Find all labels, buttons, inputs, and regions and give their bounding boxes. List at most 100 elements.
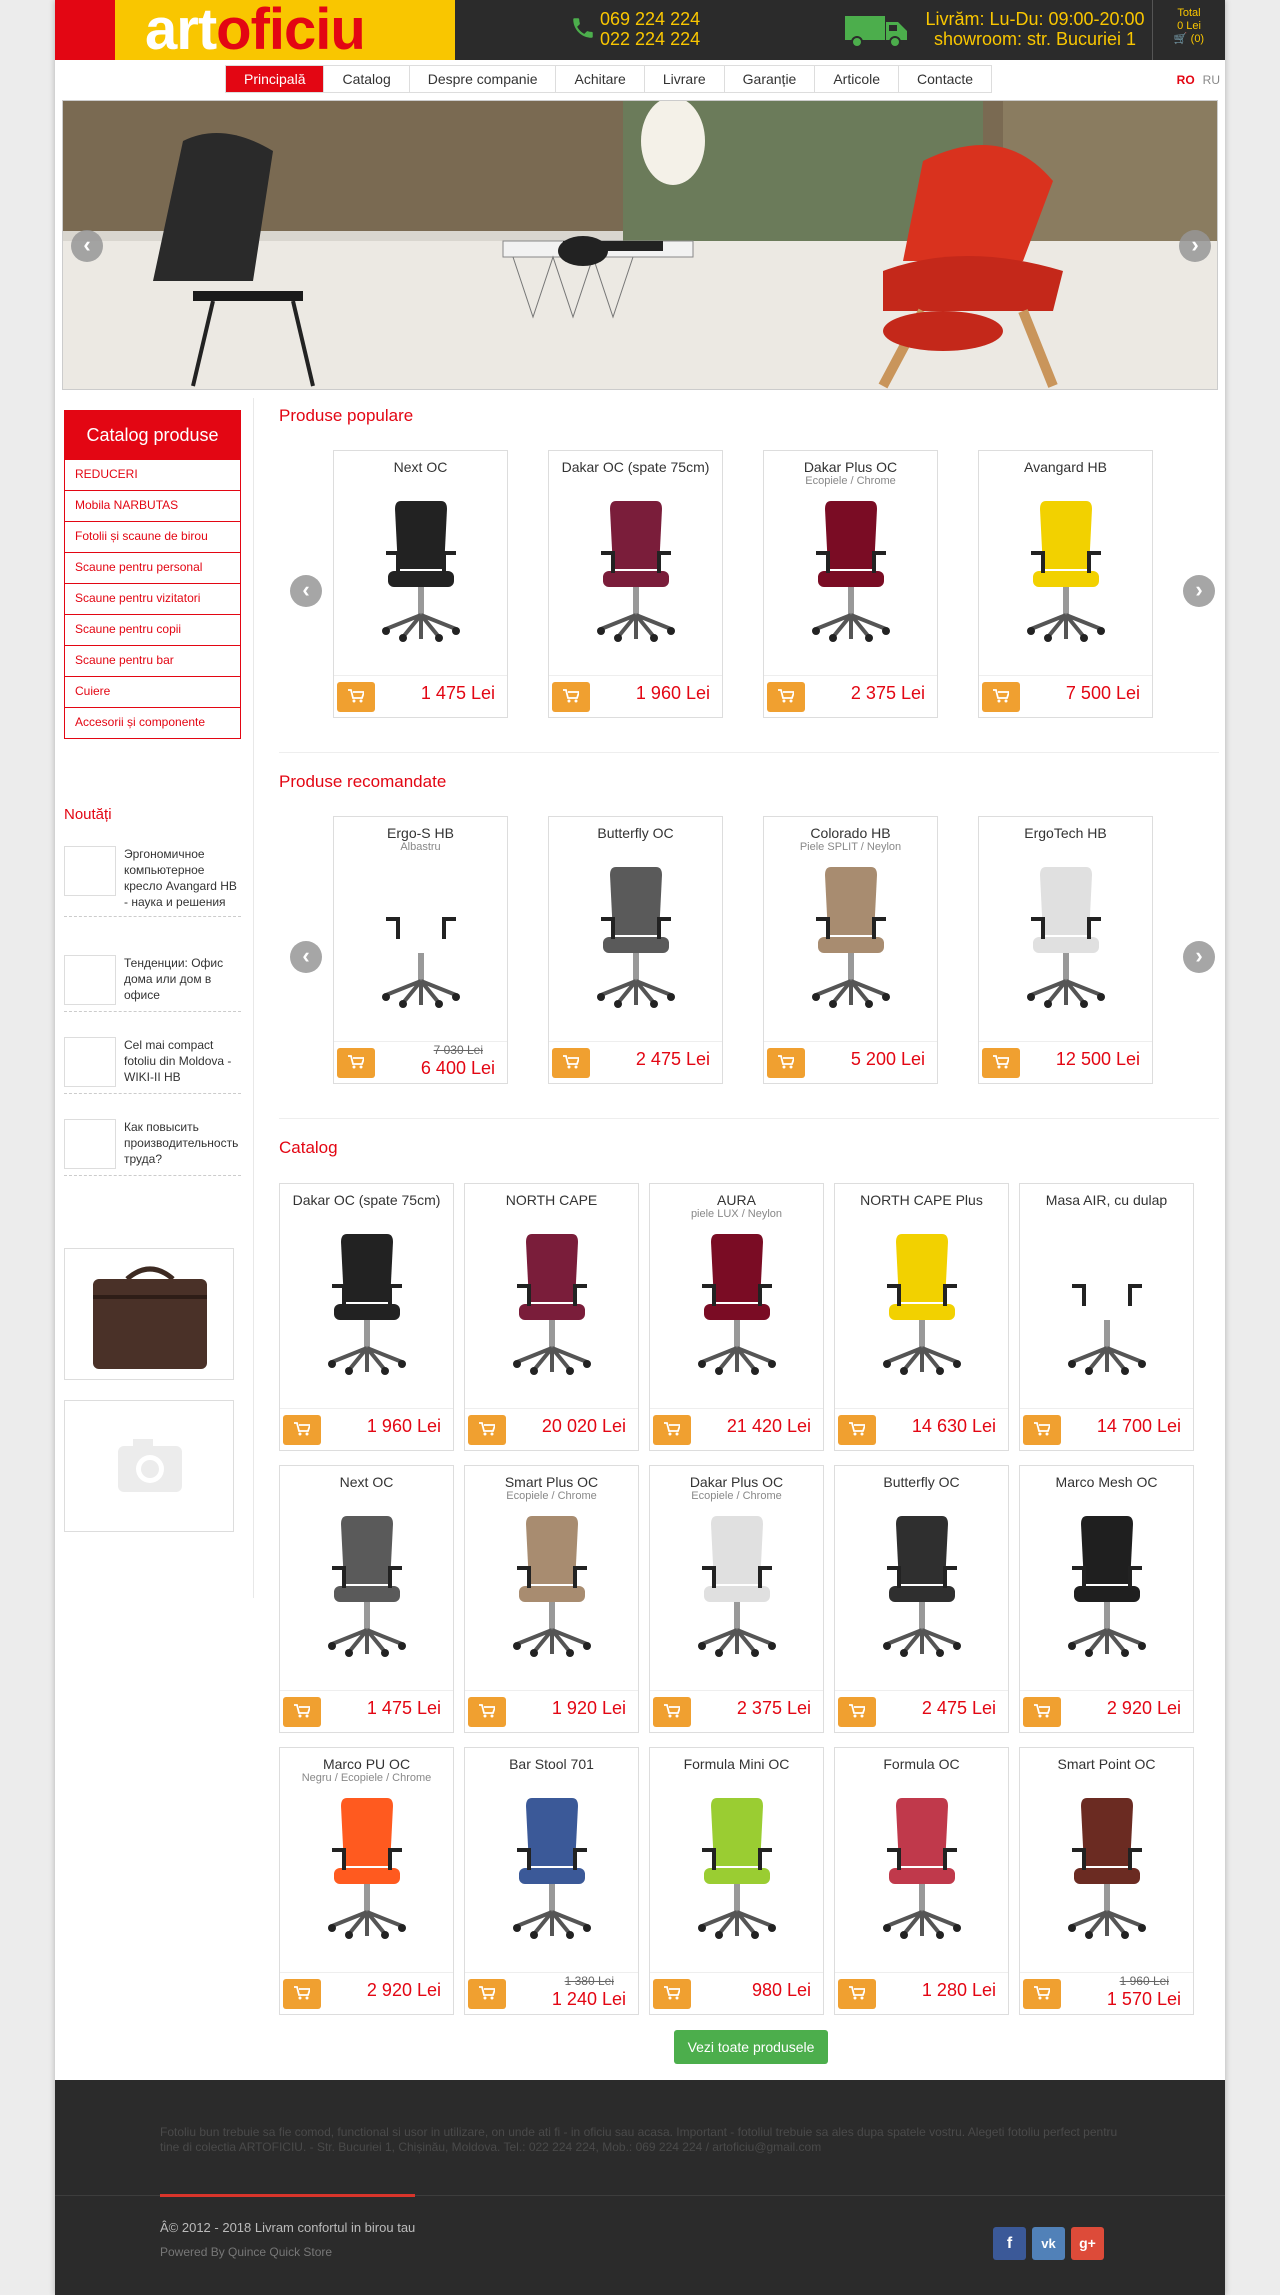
add-to-cart-button[interactable] xyxy=(767,682,805,712)
footer-powered-by[interactable]: Powered By Quince Quick Store xyxy=(160,2245,332,2259)
news-item[interactable]: Тенденции: Офис дома или дом в офисе xyxy=(64,955,241,1012)
nav-item-catalog[interactable]: Catalog xyxy=(324,66,410,92)
product-image[interactable] xyxy=(487,1226,617,1376)
product-image[interactable] xyxy=(786,493,916,643)
see-all-products-button[interactable]: Vezi toate produsele xyxy=(674,2030,828,2064)
add-to-cart-button[interactable] xyxy=(653,1415,691,1445)
product-card[interactable]: Smart Plus OC Ecopiele / Chrome 1 920 Lei xyxy=(464,1465,639,1733)
product-card[interactable]: Dakar OC (spate 75cm) 1 960 Lei xyxy=(279,1183,454,1451)
recommended-prev-button[interactable]: ‹ xyxy=(290,941,322,973)
add-to-cart-button[interactable] xyxy=(468,1697,506,1727)
lang-ro-link[interactable]: RO xyxy=(1177,73,1195,87)
product-card[interactable]: NORTH CAPE 20 020 Lei xyxy=(464,1183,639,1451)
add-to-cart-button[interactable] xyxy=(337,1048,375,1078)
product-card[interactable]: Butterfly OC 2 475 Lei xyxy=(834,1465,1009,1733)
product-image[interactable] xyxy=(786,859,916,1009)
news-item[interactable]: Эргономичное компьютерное кресло Avangar… xyxy=(64,846,241,917)
product-card[interactable]: Masa AIR, cu dulap 14 700 Lei xyxy=(1019,1183,1194,1451)
product-image[interactable] xyxy=(302,1508,432,1658)
add-to-cart-button[interactable] xyxy=(468,1979,506,2009)
news-link[interactable]: Cel mai compact fotoliu din Moldova - WI… xyxy=(124,1038,231,1084)
product-name[interactable]: Dakar OC (spate 75cm) xyxy=(280,1192,453,1208)
product-image[interactable] xyxy=(1042,1508,1172,1658)
phone-mobile[interactable]: 069 224 224 xyxy=(600,9,700,29)
product-image[interactable] xyxy=(672,1790,802,1940)
product-card[interactable]: AURA piele LUX / Neylon 21 420 Lei xyxy=(649,1183,824,1451)
add-to-cart-button[interactable] xyxy=(982,1048,1020,1078)
product-name[interactable]: Butterfly OC xyxy=(549,825,722,841)
phone-landline[interactable]: 022 224 224 xyxy=(600,29,700,49)
product-name[interactable]: Smart Point OC xyxy=(1020,1756,1193,1772)
add-to-cart-button[interactable] xyxy=(653,1979,691,2009)
product-name[interactable]: Marco PU OC xyxy=(280,1756,453,1772)
product-name[interactable]: Avangard HB xyxy=(979,459,1152,475)
product-name[interactable]: NORTH CAPE xyxy=(465,1192,638,1208)
product-image[interactable] xyxy=(302,1790,432,1940)
product-image[interactable] xyxy=(302,1226,432,1376)
product-name[interactable]: NORTH CAPE Plus xyxy=(835,1192,1008,1208)
product-name[interactable]: Colorado HB xyxy=(764,825,937,841)
news-item[interactable]: Cel mai compact fotoliu din Moldova - WI… xyxy=(64,1037,241,1094)
vk-icon[interactable]: vk xyxy=(1032,2227,1065,2260)
add-to-cart-button[interactable] xyxy=(838,1415,876,1445)
product-image[interactable] xyxy=(487,1790,617,1940)
sidebar-banner-placeholder[interactable] xyxy=(64,1400,234,1532)
nav-item-principala[interactable]: Principală xyxy=(226,66,325,92)
product-name[interactable]: Ergo-S HB xyxy=(334,825,507,841)
add-to-cart-button[interactable] xyxy=(838,1697,876,1727)
add-to-cart-button[interactable] xyxy=(468,1415,506,1445)
popular-prev-button[interactable]: ‹ xyxy=(290,575,322,607)
product-image[interactable] xyxy=(571,493,701,643)
product-image[interactable] xyxy=(672,1508,802,1658)
slider-next-button[interactable]: › xyxy=(1179,230,1211,262)
sidebar-item-scaune-personal[interactable]: Scaune pentru personal xyxy=(64,553,241,584)
product-image[interactable] xyxy=(571,859,701,1009)
popular-next-button[interactable]: › xyxy=(1183,575,1215,607)
product-name[interactable]: Formula OC xyxy=(835,1756,1008,1772)
product-name[interactable]: Marco Mesh OC xyxy=(1020,1474,1193,1490)
product-card[interactable]: Avangard HB 7 500 Lei xyxy=(978,450,1153,718)
product-card[interactable]: Dakar OC (spate 75cm) 1 960 Lei xyxy=(548,450,723,718)
product-image[interactable] xyxy=(356,859,486,1009)
nav-item-achitare[interactable]: Achitare xyxy=(556,66,645,92)
slider-prev-button[interactable]: ‹ xyxy=(71,230,103,262)
product-image[interactable] xyxy=(1001,859,1131,1009)
product-name[interactable]: Bar Stool 701 xyxy=(465,1756,638,1772)
product-image[interactable] xyxy=(356,493,486,643)
sidebar-item-scaune-vizitatori[interactable]: Scaune pentru vizitatori xyxy=(64,584,241,615)
product-image[interactable] xyxy=(1042,1790,1172,1940)
news-link[interactable]: Как повысить производительность труда? xyxy=(124,1120,238,1166)
logo[interactable]: artoficiu xyxy=(115,0,455,60)
product-name[interactable]: Next OC xyxy=(334,459,507,475)
product-name[interactable]: Masa AIR, cu dulap xyxy=(1020,1192,1193,1208)
product-image[interactable] xyxy=(487,1508,617,1658)
product-card[interactable]: Dakar Plus OC Ecopiele / Chrome 2 375 Lei xyxy=(763,450,938,718)
nav-item-contacte[interactable]: Contacte xyxy=(899,66,992,92)
product-card[interactable]: Ergo-S HB Albastru 7 030 Lei 6 400 Lei xyxy=(333,816,508,1084)
add-to-cart-button[interactable] xyxy=(283,1979,321,2009)
product-image[interactable] xyxy=(1042,1226,1172,1376)
product-card[interactable]: Formula OC 1 280 Lei xyxy=(834,1747,1009,2015)
add-to-cart-button[interactable] xyxy=(767,1048,805,1078)
product-name[interactable]: Next OC xyxy=(280,1474,453,1490)
nav-item-garantie[interactable]: Garanție xyxy=(724,66,816,92)
product-name[interactable]: Dakar OC (spate 75cm) xyxy=(549,459,722,475)
add-to-cart-button[interactable] xyxy=(838,1979,876,2009)
hero-slider[interactable]: ‹ › xyxy=(62,100,1218,390)
product-card[interactable]: Smart Point OC 1 960 Lei 1 570 Lei xyxy=(1019,1747,1194,2015)
product-name[interactable]: Formula Mini OC xyxy=(650,1756,823,1772)
product-card[interactable]: NORTH CAPE Plus 14 630 Lei xyxy=(834,1183,1009,1451)
sidebar-item-scaune-bar[interactable]: Scaune pentru bar xyxy=(64,646,241,677)
add-to-cart-button[interactable] xyxy=(552,1048,590,1078)
product-card[interactable]: Marco Mesh OC 2 920 Lei xyxy=(1019,1465,1194,1733)
nav-item-livrare[interactable]: Livrare xyxy=(644,66,725,92)
product-card[interactable]: Dakar Plus OC Ecopiele / Chrome 2 375 Lei xyxy=(649,1465,824,1733)
add-to-cart-button[interactable] xyxy=(283,1697,321,1727)
add-to-cart-button[interactable] xyxy=(1023,1979,1061,2009)
product-image[interactable] xyxy=(857,1790,987,1940)
product-name[interactable]: Dakar Plus OC xyxy=(650,1474,823,1490)
product-card[interactable]: Next OC 1 475 Lei xyxy=(279,1465,454,1733)
add-to-cart-button[interactable] xyxy=(653,1697,691,1727)
product-card[interactable]: Next OC 1 475 Lei xyxy=(333,450,508,718)
news-link[interactable]: Тенденции: Офис дома или дом в офисе xyxy=(124,956,223,1002)
